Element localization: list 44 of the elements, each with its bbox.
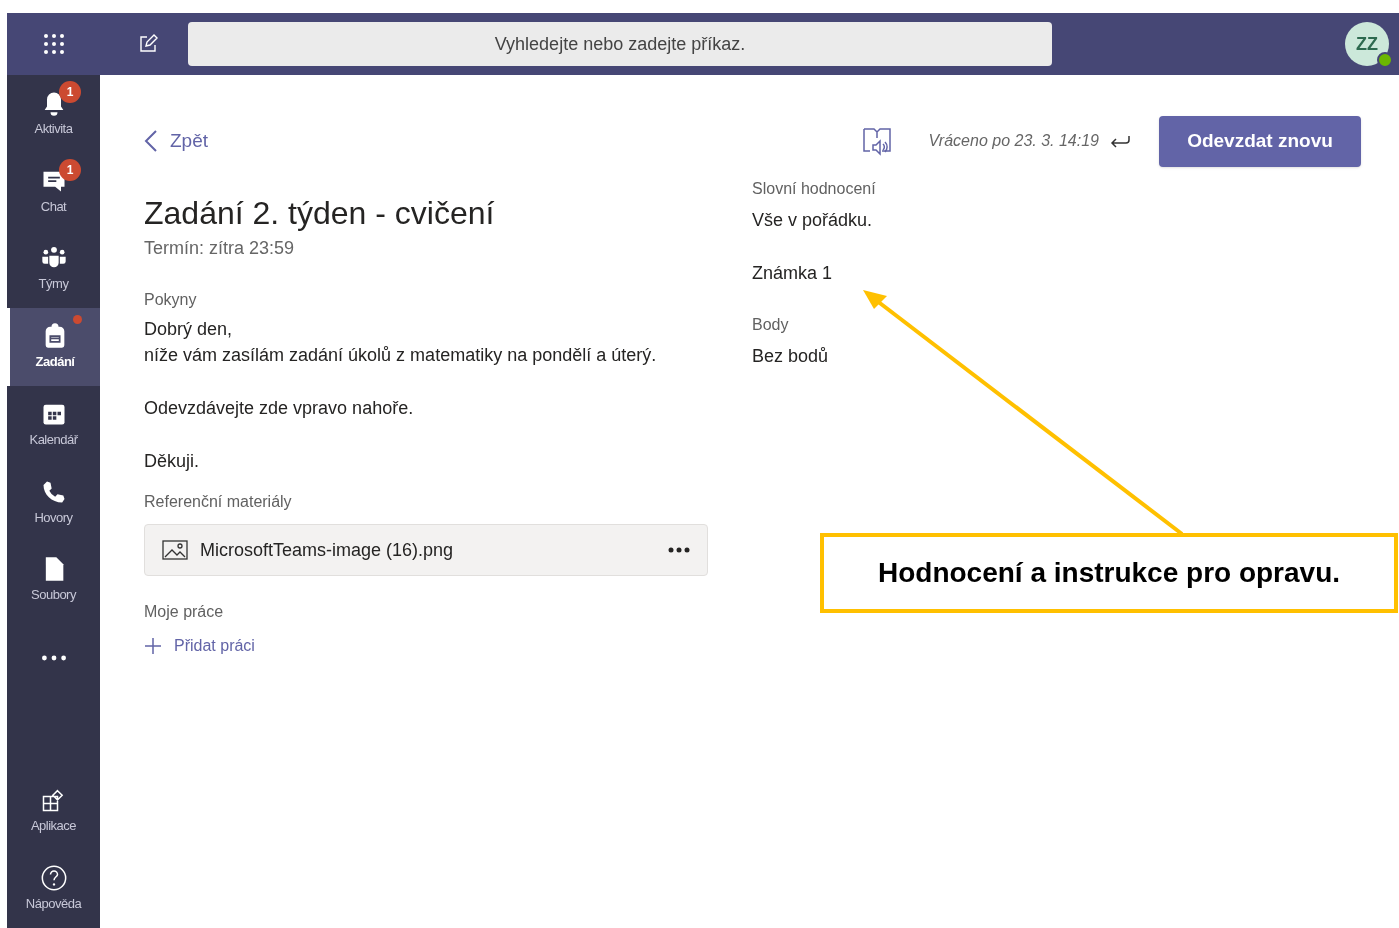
add-work-link[interactable]: Přidat práci [144,634,708,659]
app-bar-item[interactable]: Aktivita 1 [7,75,100,153]
resubmit-button[interactable]: Odevzdat znovu [1159,115,1361,167]
back-link[interactable]: Zpět [144,126,209,156]
return-arrow-icon [1109,133,1131,149]
section-label: Moje práce [144,602,225,623]
section-label: Referenční materiály [144,492,293,513]
instruction-text: Dobrý den, [144,318,234,341]
attachment-name: MicrosoftTeams-image (16).png [200,538,454,562]
app-bar-item[interactable]: Chat 1 [7,152,100,231]
app-launcher-icon[interactable] [42,33,65,55]
instruction-text: Děkuji. [144,450,201,473]
attachment-card[interactable]: MicrosoftTeams-image (16).png [144,524,708,577]
instruction-text: Odevzdávejte zde vpravo nahoře. [144,397,415,421]
notification-badge: 1 [59,81,81,103]
chevron-left-icon [144,129,158,153]
more-icon [39,654,68,661]
annotation-callout: Hodnocení a instrukce pro opravu. [820,533,1398,613]
app-bar-item[interactable]: Zadání [7,308,100,386]
user-avatar[interactable]: ZZ [1345,22,1389,66]
app-bar-item[interactable]: Soubory [7,541,100,619]
app-bar-item[interactable]: Aplikace [7,772,100,850]
immersive-reader-icon[interactable] [862,126,893,156]
app-bar-item[interactable]: Týmy [7,230,100,309]
feedback-label: Body [752,315,790,335]
image-file-icon [162,540,188,561]
help-icon [39,864,68,893]
app-bar-item[interactable]: Hovory [7,463,100,542]
plus-icon [144,637,162,656]
notification-badge: 1 [59,158,81,181]
more-options-icon[interactable] [668,547,690,554]
app-bar-item[interactable]: Kalendář [7,385,100,464]
feedback-value: Bez bodů [752,345,830,368]
compose-icon[interactable] [138,34,158,54]
assignment-title: Zadání 2. týden - cvičení [144,194,496,233]
instruction-text: níže vám zasílám zadání úkolů z matematiky na pondělí a úterý. [144,344,658,368]
app-bar-item[interactable]: Nápověda [7,850,100,928]
section-label: Pokyny [144,290,198,310]
status-text: Vráceno po 23. 3. 14:19 [928,131,1099,151]
due-date: Termín: zítra 23:59 [144,237,296,260]
feedback-value: Vše v pořádku. [752,209,874,232]
feedback-value: Známka 1 [752,262,834,285]
feedback-label: Slovní hodnocení [752,179,876,199]
search-field[interactable]: Vyhledejte nebo zadejte příkaz. [188,22,1052,66]
